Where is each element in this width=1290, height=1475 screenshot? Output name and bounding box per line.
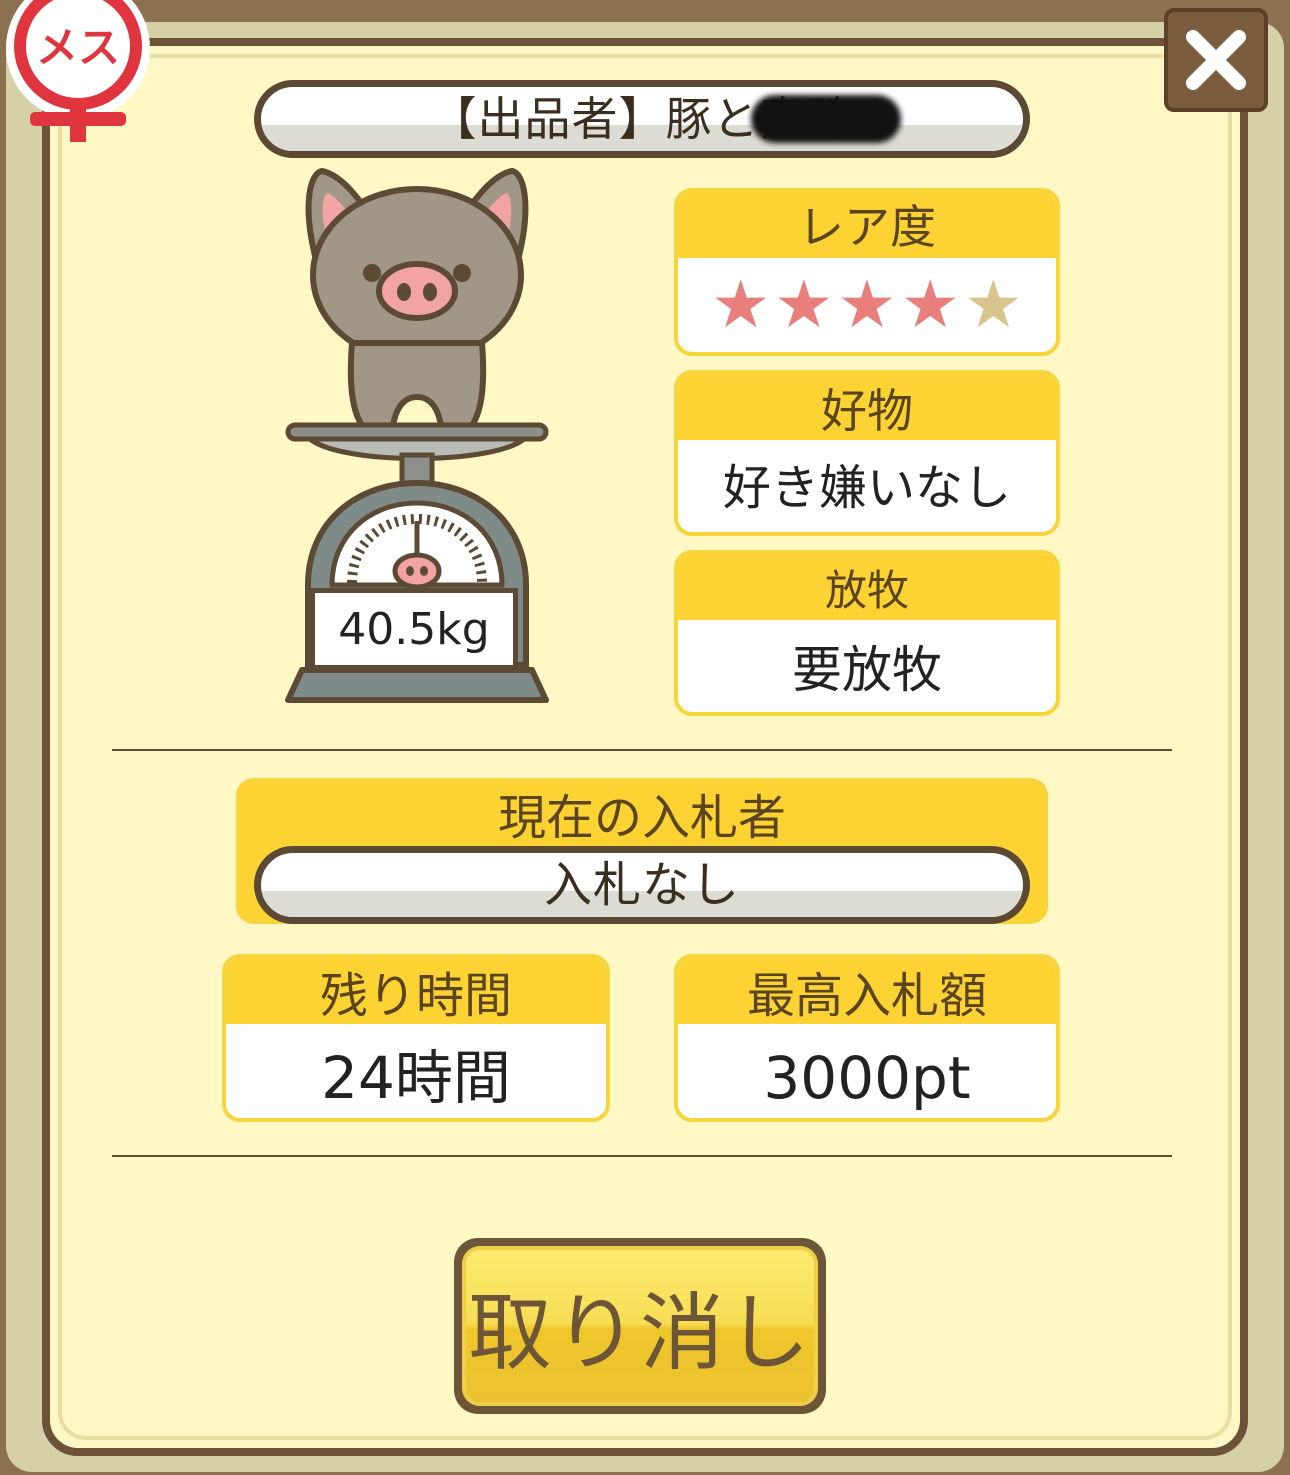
- grazing-label: 放牧: [678, 554, 1056, 620]
- pig-body: [347, 340, 487, 438]
- female-symbol-icon: メス: [6, 0, 150, 142]
- current-bidder-field: 入札なし: [254, 846, 1030, 924]
- redacted-name: [751, 95, 901, 143]
- highest-bid-value: 3000pt: [763, 1044, 971, 1112]
- remaining-time-label: 残り時間: [226, 958, 606, 1024]
- weight-display: 40.5kg: [310, 588, 518, 670]
- current-bidder-label: 現在の入札者: [240, 782, 1044, 848]
- current-bidder-value: 入札なし: [543, 857, 740, 913]
- pig-snout: [376, 261, 458, 321]
- grazing-box: 放牧 要放牧: [674, 550, 1060, 716]
- rarity-label: レア度: [678, 192, 1056, 258]
- rarity-stars: ★ ★ ★ ★ ★: [678, 258, 1056, 352]
- seller-name-field: 【出品者】豚と真珠: [254, 80, 1030, 158]
- cancel-button[interactable]: 取り消し: [454, 1238, 826, 1414]
- rarity-box: レア度 ★ ★ ★ ★ ★: [674, 188, 1060, 356]
- star-filled-icon: ★: [774, 266, 834, 343]
- weight-value: 40.5kg: [338, 603, 490, 655]
- star-filled-icon: ★: [711, 266, 771, 343]
- favorite-food-value: 好き嫌いなし: [722, 460, 1011, 516]
- remaining-time-box: 残り時間 24時間: [222, 954, 610, 1122]
- star-filled-icon: ★: [900, 266, 960, 343]
- section-divider-bottom: [112, 1155, 1172, 1157]
- highest-bid-label: 最高入札額: [678, 958, 1056, 1024]
- close-button[interactable]: [1164, 8, 1268, 112]
- female-badge-label: メス: [36, 23, 120, 72]
- star-filled-icon: ★: [837, 266, 897, 343]
- cancel-button-face: 取り消し: [462, 1246, 818, 1406]
- favorite-food-label: 好物: [678, 374, 1056, 440]
- favorite-food-box: 好物 好き嫌いなし: [674, 370, 1060, 536]
- remaining-time-value: 24時間: [321, 1044, 511, 1112]
- cancel-button-label: 取り消し: [467, 1283, 812, 1382]
- close-x-icon: [1186, 30, 1246, 90]
- section-divider-top: [112, 749, 1172, 751]
- star-empty-icon: ★: [963, 266, 1023, 343]
- female-badge: メス: [0, 0, 160, 160]
- highest-bid-box: 最高入札額 3000pt: [674, 954, 1060, 1122]
- grazing-value: 要放牧: [792, 641, 942, 699]
- seller-name-label: 【出品者】豚と真珠: [430, 92, 854, 146]
